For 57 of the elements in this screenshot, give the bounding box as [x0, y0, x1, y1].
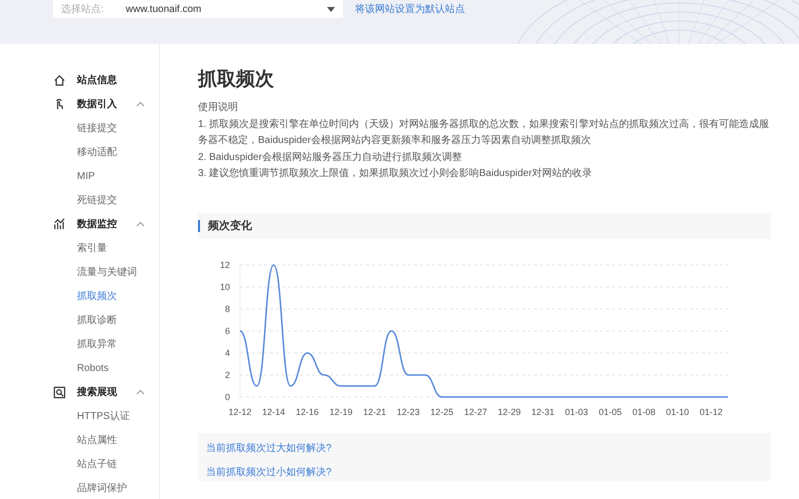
- sidebar-item[interactable]: 流量与关键词: [0, 260, 159, 284]
- chevron-icon: [136, 389, 145, 395]
- y-tick-label: 4: [224, 348, 230, 358]
- y-tick-label: 8: [224, 304, 230, 314]
- x-tick-label: 12-16: [296, 406, 319, 416]
- x-tick-label: 12-12: [228, 406, 252, 416]
- sidebar-item[interactable]: 移动适配: [0, 140, 159, 164]
- y-tick-label: 0: [224, 392, 230, 402]
- x-tick-label: 01-12: [700, 406, 723, 416]
- section-title: 频次变化: [208, 218, 252, 233]
- sidebar-item[interactable]: 站点信息: [0, 68, 159, 92]
- instruction-text: 2. Baiduspider会根据网站服务器压力自动进行抓取频次调整: [198, 150, 463, 164]
- y-tick-label: 10: [220, 282, 230, 292]
- x-tick-label: 12-19: [329, 406, 352, 416]
- x-tick-label: 12-31: [531, 406, 554, 416]
- help-link[interactable]: 当前抓取频次过小如何解决?: [206, 464, 763, 478]
- sidebar-item[interactable]: 抓取诊断: [0, 308, 159, 332]
- instructions-heading: 使用说明: [198, 101, 239, 115]
- chevron-icon: [136, 101, 145, 107]
- instruction-text: 3. 建议您慎重调节抓取频次上限值，如果抓取频次过小则会影响Baiduspider对网站的收录: [198, 166, 593, 181]
- help-link[interactable]: 当前抓取频次过大如何解决?: [206, 440, 763, 454]
- chevron-icon: [136, 221, 145, 227]
- set-default-link[interactable]: 将该网站设置为默认站点: [355, 2, 465, 16]
- sidebar-item[interactable]: 站点属性: [0, 428, 159, 452]
- x-tick-label: 12-27: [464, 406, 488, 416]
- x-tick-label: 01-08: [632, 406, 656, 416]
- y-tick-label: 2: [224, 370, 230, 380]
- sidebar-group[interactable]: 数据监控: [0, 212, 159, 236]
- sidebar-item[interactable]: 死链提交: [0, 188, 159, 212]
- x-tick-label: 01-05: [598, 406, 622, 416]
- sidebar-item[interactable]: 抓取异常: [0, 332, 159, 356]
- sidebar-item[interactable]: MIP: [0, 164, 159, 188]
- sidebar-item[interactable]: Robots: [0, 356, 159, 380]
- y-tick-label: 12: [220, 260, 230, 270]
- x-tick-label: 12-29: [498, 406, 521, 416]
- sidebar-group[interactable]: 搜索展现: [0, 380, 159, 404]
- x-tick-label: 01-03: [565, 406, 588, 416]
- nav-icon: [53, 386, 66, 398]
- sidebar-item[interactable]: 抓取频次: [0, 284, 159, 308]
- sidebar-item[interactable]: 站点子链: [0, 452, 159, 476]
- sidebar-item[interactable]: 链接提交: [0, 116, 159, 140]
- nav-icon: [53, 74, 66, 86]
- instruction-text: 1. 抓取频次是搜索引擎在单位时间内（天级）对网站服务器抓取的总次数，如果搜索引擎对站点的抓取频次过高，很有可能造成服务器不稳定，Baiduspider会根据网站内容更新频率和服务器压力等因素自动调整抓取频次: [198, 118, 770, 148]
- x-tick-label: 12-21: [363, 406, 386, 416]
- sidebar-item[interactable]: HTTPS认证: [0, 404, 159, 428]
- y-tick-label: 6: [224, 326, 230, 336]
- x-tick-label: 01-10: [666, 406, 690, 416]
- nav-icon: [53, 218, 66, 230]
- caret-icon: [327, 6, 335, 12]
- sidebar-item[interactable]: 索引量: [0, 236, 159, 260]
- x-tick-label: 12-23: [396, 406, 420, 416]
- site-select[interactable]: 选择站点: www.tuonaif.com: [53, 0, 343, 18]
- sidebar-group[interactable]: 数据引入: [0, 92, 159, 116]
- x-tick-label: 12-14: [262, 406, 286, 416]
- sidebar-item[interactable]: 品牌词保护: [0, 476, 159, 499]
- page-title: 抓取频次: [198, 68, 275, 92]
- x-tick-label: 12-25: [430, 406, 454, 416]
